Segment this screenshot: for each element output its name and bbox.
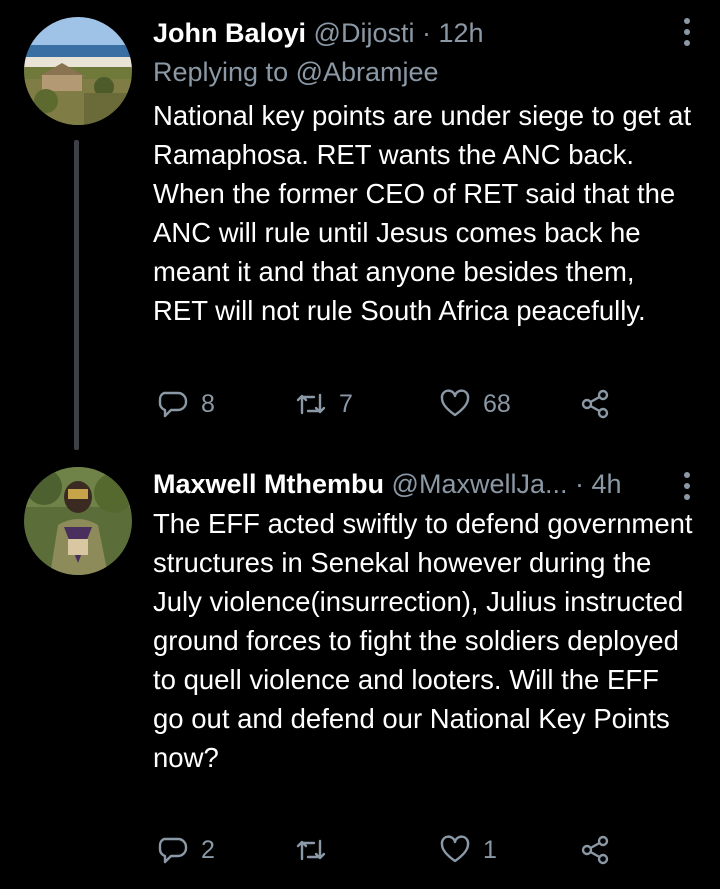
- reply-icon: [158, 391, 188, 418]
- tweet-time[interactable]: 12h: [439, 18, 484, 48]
- separator-dot: ·: [421, 18, 431, 48]
- heart-icon: [440, 389, 470, 417]
- tweet-1[interactable]: John Baloyi @Dijosti · 12h Replying to @…: [0, 0, 720, 450]
- retweet-button[interactable]: [295, 834, 339, 866]
- retweet-icon: [296, 393, 326, 415]
- share-button[interactable]: [579, 388, 611, 420]
- tweet-header: Maxwell Mthembu @MaxwellJa... · 4h: [153, 466, 680, 502]
- retweet-button[interactable]: 7: [295, 388, 353, 420]
- retweet-icon: [296, 839, 326, 861]
- action-bar: 8 7 68: [153, 388, 673, 428]
- tweet-time[interactable]: 4h: [592, 469, 622, 499]
- reply-count: 2: [201, 835, 215, 864]
- like-count: 1: [483, 835, 497, 864]
- author-handle[interactable]: @MaxwellJa...: [392, 469, 568, 499]
- reply-icon: [158, 837, 188, 864]
- heart-icon: [440, 835, 470, 863]
- like-button[interactable]: 1: [439, 834, 497, 866]
- more-icon[interactable]: [682, 472, 692, 502]
- tweet-text: National key points are under siege to g…: [153, 100, 692, 326]
- more-icon[interactable]: [682, 18, 692, 48]
- tweet-header: John Baloyi @Dijosti · 12h: [153, 15, 680, 51]
- reply-button[interactable]: 2: [157, 834, 215, 866]
- thread-line: [74, 140, 79, 450]
- author-name[interactable]: John Baloyi: [153, 18, 306, 48]
- avatar-maxwell-mthembu[interactable]: [24, 467, 132, 575]
- like-count: 68: [483, 389, 511, 418]
- tweet-2[interactable]: Maxwell Mthembu @MaxwellJa... · 4h The E…: [0, 450, 720, 889]
- replying-to: Replying to @Abramjee: [153, 54, 439, 90]
- action-bar: 2 1: [153, 834, 673, 874]
- retweet-count: 7: [339, 389, 353, 418]
- reply-button[interactable]: 8: [157, 388, 215, 420]
- replying-label: Replying to: [153, 57, 289, 87]
- author-handle[interactable]: @Dijosti: [314, 18, 415, 48]
- avatar-john-baloyi[interactable]: [24, 17, 132, 125]
- replying-handle[interactable]: @Abramjee: [296, 57, 439, 87]
- reply-count: 8: [201, 389, 215, 418]
- beach-avatar-image: [24, 17, 132, 125]
- share-icon: [581, 835, 609, 865]
- share-icon: [581, 389, 609, 419]
- like-button[interactable]: 68: [439, 388, 511, 420]
- author-name[interactable]: Maxwell Mthembu: [153, 469, 384, 499]
- tweet-text: The EFF acted swiftly to defend governme…: [153, 508, 693, 773]
- share-button[interactable]: [579, 834, 611, 866]
- person-avatar-image: [24, 467, 132, 575]
- separator-dot: ·: [575, 469, 585, 499]
